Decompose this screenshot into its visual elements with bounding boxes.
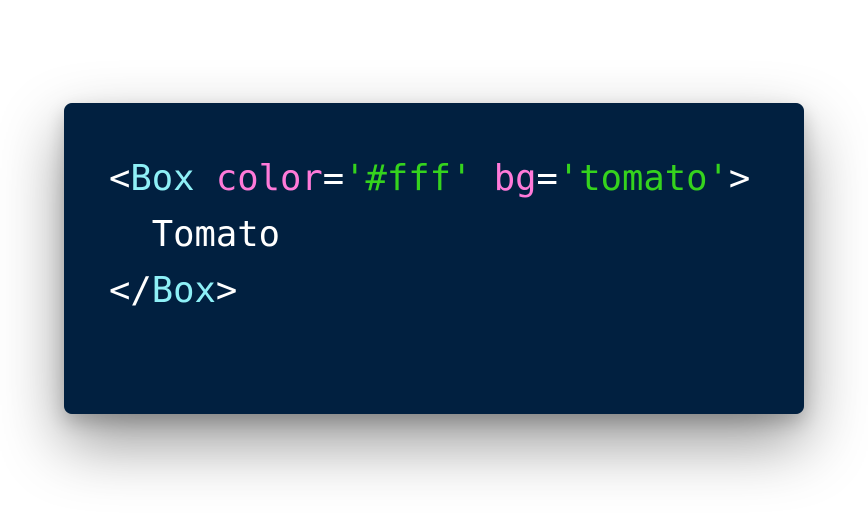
code-block: <Box color='#fff' bg='tomato'> Tomato </B… bbox=[109, 151, 750, 319]
code-line-open-tag: <Box color='#fff' bg='tomato'> bbox=[109, 151, 750, 207]
prop-name-bg: bg bbox=[493, 158, 537, 199]
prop-value-color: '#fff' bbox=[344, 158, 473, 199]
canvas: <Box color='#fff' bg='tomato'> Tomato </B… bbox=[0, 0, 868, 518]
component-name: Box bbox=[130, 158, 195, 199]
equals-sign: = bbox=[322, 158, 345, 199]
equals-sign: = bbox=[536, 158, 558, 199]
open-angle-bracket: < bbox=[109, 158, 131, 199]
component-name: Box bbox=[151, 270, 216, 311]
closing-tag-open-bracket: </ bbox=[109, 270, 152, 311]
prop-name-color: color bbox=[215, 158, 323, 199]
close-angle-bracket: > bbox=[215, 270, 238, 311]
code-line-children: Tomato bbox=[109, 207, 750, 263]
close-angle-bracket: > bbox=[728, 158, 751, 199]
code-card: <Box color='#fff' bg='tomato'> Tomato </B… bbox=[64, 103, 804, 414]
prop-value-bg: 'tomato' bbox=[557, 158, 729, 199]
code-line-close-tag: </Box> bbox=[109, 263, 750, 319]
child-text: Tomato bbox=[151, 214, 280, 255]
